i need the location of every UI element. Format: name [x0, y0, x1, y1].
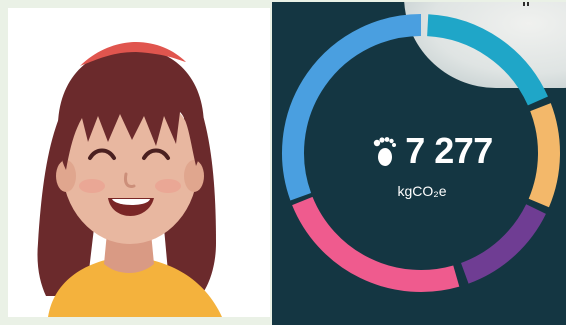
smiling-woman-avatar-icon	[37, 42, 222, 317]
footprint-icon	[374, 137, 397, 166]
footprint-total: 7 277	[346, 128, 516, 174]
segment-orange	[528, 103, 560, 208]
segment-teal	[426, 14, 548, 106]
footprint-unit: kgCO₂e	[397, 183, 447, 199]
avatar-card	[8, 8, 270, 317]
footprint-value: 7 277	[405, 130, 493, 171]
segment-pink	[292, 196, 460, 292]
screen: 7 277 kgCO₂e	[0, 0, 566, 325]
segment-purple	[460, 204, 546, 284]
